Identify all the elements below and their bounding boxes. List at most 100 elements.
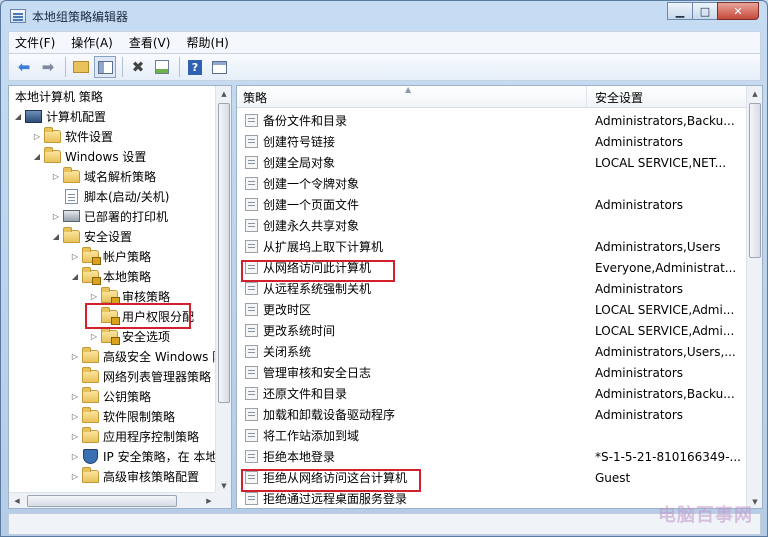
scroll-up-arrow-icon[interactable]: ▲	[216, 86, 231, 102]
tree-node[interactable]: ▷ 公钥策略	[70, 386, 151, 406]
scroll-left-arrow-icon[interactable]: ◀	[9, 493, 25, 508]
policy-row[interactable]: 管理审核和安全日志 Administrators	[237, 362, 747, 383]
column-header-setting[interactable]: 安全设置	[587, 86, 747, 108]
policy-row[interactable]: 更改系统时间 LOCAL SERVICE,Admi...	[237, 320, 747, 341]
policy-row[interactable]: 拒绝从网络访问这台计算机 Guest	[237, 467, 747, 488]
tree-node[interactable]: ▷ 软件设置	[32, 126, 113, 146]
collapsed-arrow-icon[interactable]: ▷	[70, 252, 80, 261]
policy-row[interactable]: 从网络访问此计算机 Everyone,Administrat...	[237, 257, 747, 278]
policy-row[interactable]: 更改时区 LOCAL SERVICE,Admi...	[237, 299, 747, 320]
policy-row[interactable]: 加载和卸载设备驱动程序 Administrators	[237, 404, 747, 425]
maximize-button[interactable]: □	[692, 2, 718, 20]
title-bar[interactable]: 本地组策略编辑器 ▁ □ ✕	[1, 1, 767, 31]
tree-node[interactable]: 用户权限分配	[89, 306, 194, 326]
tree-pane[interactable]: 本地计算机 策略 ◢ 计算机配置 ▷ 软件设置 ◢ Windows 设置 ▷ 域名解析策略 脚本…	[8, 85, 232, 509]
collapsed-arrow-icon[interactable]: ▷	[32, 132, 42, 141]
help-icon[interactable]: ?	[184, 56, 206, 78]
tree-node[interactable]: ▷ IP 安全策略，在 本地计	[70, 446, 217, 466]
tree-node[interactable]: ▷ 应用程序控制策略	[70, 426, 199, 446]
policy-row[interactable]: 从扩展坞上取下计算机 Administrators,Users	[237, 236, 747, 257]
policy-list-pane[interactable]: 策略 ▲ 安全设置 备份文件和目录 Administrators,Backu...…	[236, 85, 763, 509]
collapsed-arrow-icon[interactable]: ▷	[70, 352, 80, 361]
tree-root-local-computer-policy[interactable]: 本地计算机 策略	[15, 86, 103, 106]
menu-help[interactable]: 帮助(H)	[180, 34, 234, 51]
policy-row[interactable]: 创建符号链接 Administrators	[237, 131, 747, 152]
tree-vertical-scrollbar[interactable]: ▲ ▼	[215, 86, 231, 494]
tree-node[interactable]: ◢ 安全设置	[51, 226, 132, 246]
tree-node[interactable]: ▷ 域名解析策略	[51, 166, 156, 186]
list-header: 策略 ▲ 安全设置	[237, 86, 747, 108]
tree-node[interactable]: ▷ 安全选项	[89, 326, 170, 346]
properties-icon[interactable]	[208, 56, 230, 78]
close-button[interactable]: ✕	[717, 2, 759, 20]
tree-horizontal-scrollbar[interactable]: ◀ ▶	[9, 492, 217, 508]
back-arrow-icon[interactable]: ⬅	[13, 56, 35, 78]
expanded-arrow-icon[interactable]: ◢	[51, 232, 61, 241]
menu-action[interactable]: 操作(A)	[65, 34, 119, 51]
expanded-arrow-icon[interactable]: ◢	[32, 152, 42, 161]
tree-node[interactable]: ▷ 已部署的打印机	[51, 206, 168, 226]
column-header-setting-label: 安全设置	[595, 90, 644, 105]
tree-node[interactable]: 网络列表管理器策略	[70, 366, 211, 386]
policy-row[interactable]: 拒绝本地登录 *S-1-5-21-810166349-...	[237, 446, 747, 467]
policy-row[interactable]: 创建全局对象 LOCAL SERVICE,NET...	[237, 152, 747, 173]
tree-hscroll-thumb[interactable]	[27, 495, 177, 507]
tree-node[interactable]: ▷ 帐户策略	[70, 246, 151, 266]
collapsed-arrow-icon[interactable]: ▷	[89, 332, 99, 341]
show-hide-tree-icon[interactable]	[94, 56, 116, 78]
collapsed-arrow-icon[interactable]: ▷	[70, 412, 80, 421]
tree-node[interactable]: ◢ 计算机配置	[13, 106, 106, 126]
expanded-arrow-icon[interactable]: ◢	[13, 112, 23, 121]
security-setting-value: Administrators	[595, 281, 684, 296]
policy-row[interactable]: 创建一个页面文件 Administrators	[237, 194, 747, 215]
scroll-up-arrow-icon[interactable]: ▲	[747, 86, 762, 102]
list-scroll-thumb[interactable]	[749, 103, 761, 258]
policy-name: 拒绝通过远程桌面服务登录	[263, 492, 408, 506]
collapsed-arrow-icon[interactable]: ▷	[89, 292, 99, 301]
minimize-button[interactable]: ▁	[667, 2, 693, 20]
tree-node[interactable]: ◢ 本地策略	[70, 266, 151, 286]
policy-setting-icon	[245, 114, 258, 127]
tree-node[interactable]: ▷ 高级安全 Windows 防	[70, 346, 217, 366]
menu-file[interactable]: 文件(F)	[9, 34, 61, 51]
policy-name: 更改时区	[263, 303, 312, 317]
policy-row[interactable]: 创建一个令牌对象	[237, 173, 747, 194]
policy-name: 从远程系统强制关机	[263, 282, 372, 296]
policy-row[interactable]: 创建永久共享对象	[237, 215, 747, 236]
policy-cell: 拒绝通过远程桌面服务登录	[237, 490, 587, 507]
folder-lock-icon	[101, 326, 120, 345]
tree-node[interactable]: 脚本(启动/关机)	[51, 186, 169, 206]
security-setting-value: Administrators,Users	[595, 239, 721, 254]
export-list-icon[interactable]	[151, 56, 173, 78]
policy-row[interactable]: 从远程系统强制关机 Administrators	[237, 278, 747, 299]
menu-view[interactable]: 查看(V)	[123, 34, 177, 51]
window: 本地组策略编辑器 ▁ □ ✕ 文件(F) 操作(A) 查看(V) 帮助(H) ⬅…	[0, 0, 768, 537]
tree-node[interactable]: ▷ 审核策略	[89, 286, 170, 306]
up-folder-icon[interactable]	[70, 56, 92, 78]
tree-node-label: 用户权限分配	[122, 309, 195, 324]
policy-row[interactable]: 关闭系统 Administrators,Users,...	[237, 341, 747, 362]
column-header-policy[interactable]: 策略 ▲	[237, 86, 587, 108]
forward-arrow-icon[interactable]: ➡	[37, 56, 59, 78]
collapsed-arrow-icon[interactable]: ▷	[70, 432, 80, 441]
tree-node[interactable]: ▷ 软件限制策略	[70, 406, 175, 426]
tree-scroll-thumb[interactable]	[218, 103, 230, 403]
delete-icon[interactable]: ✖	[127, 56, 149, 78]
tree-node[interactable]: ▷ 高级审核策略配置	[70, 466, 199, 486]
folder-lock-icon	[82, 266, 101, 285]
collapsed-arrow-icon[interactable]: ▷	[70, 392, 80, 401]
status-bar	[8, 513, 761, 535]
policy-setting-icon	[245, 156, 258, 169]
tree-node[interactable]: ◢ Windows 设置	[32, 146, 146, 166]
policy-row[interactable]: 还原文件和目录 Administrators,Backu...	[237, 383, 747, 404]
collapsed-arrow-icon[interactable]: ▷	[70, 472, 80, 481]
policy-name: 还原文件和目录	[263, 387, 348, 401]
folder-icon	[63, 166, 80, 183]
collapsed-arrow-icon[interactable]: ▷	[70, 452, 80, 461]
expanded-arrow-icon[interactable]: ◢	[70, 272, 80, 281]
policy-row[interactable]: 备份文件和目录 Administrators,Backu...	[237, 110, 747, 131]
collapsed-arrow-icon[interactable]: ▷	[51, 212, 61, 221]
list-vertical-scrollbar[interactable]: ▲ ▼	[746, 86, 762, 508]
policy-row[interactable]: 将工作站添加到域	[237, 425, 747, 446]
collapsed-arrow-icon[interactable]: ▷	[51, 172, 61, 181]
